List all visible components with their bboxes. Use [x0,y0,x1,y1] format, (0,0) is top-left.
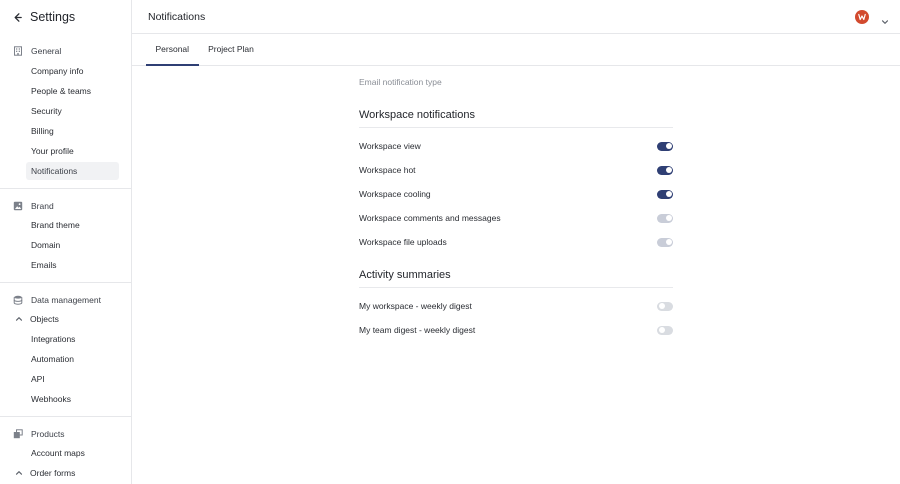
building-icon [13,46,23,56]
notification-label: Workspace hot [359,165,416,175]
workspace-cooling-toggle[interactable] [657,189,673,199]
sidebar: Settings General Company info People & t… [0,0,132,484]
sidebar-header: Settings [0,0,131,34]
sidebar-item-webhooks[interactable]: Webhooks [26,390,119,409]
sidebar-item-people-teams[interactable]: People & teams [26,82,119,101]
workspace-hot-toggle[interactable] [657,165,673,175]
workspace-view-toggle[interactable] [657,141,673,151]
notification-row: My workspace - weekly digest [359,299,673,313]
sidebar-item-notifications[interactable]: Notifications [26,161,119,180]
sidebar-item-api[interactable]: API [26,370,119,389]
database-icon [13,295,23,305]
notification-row: Workspace hot [359,163,673,177]
sidebar-item-automation[interactable]: Automation [26,350,119,369]
notification-row: Workspace file uploads [359,235,673,249]
notification-label: Workspace cooling [359,189,431,199]
sidebar-item-account-maps[interactable]: Account maps [26,444,119,463]
chevron-down-icon[interactable] [881,13,889,24]
tab-project-plan[interactable]: Project Plan [199,33,264,65]
section-divider [359,287,673,288]
notification-label: My team digest - weekly digest [359,325,476,335]
sidebar-item-security[interactable]: Security [26,102,119,121]
sidebar-item-your-profile[interactable]: Your profile [26,142,119,161]
workspace-file-uploads-toggle[interactable] [657,237,673,247]
notification-label: My workspace - weekly digest [359,301,472,311]
sidebar-section-products: Products Account maps Order forms [0,417,131,484]
sidebar-section-data-management: Data management Objects Integrations Aut… [0,283,131,417]
sidebar-group-order-forms[interactable]: Order forms [0,464,131,482]
sidebar-item-integrations[interactable]: Integrations [26,330,119,349]
workspace-comments-toggle[interactable] [657,213,673,223]
sidebar-title: Settings [30,10,76,24]
sidebar-section-header-general: General [0,42,131,60]
sidebar-item-domain[interactable]: Domain [26,236,119,255]
sidebar-item-company-info[interactable]: Company info [26,62,119,81]
my-workspace-digest-toggle[interactable] [657,301,673,311]
sidebar-item-billing[interactable]: Billing [26,122,119,141]
sidebar-section-general: General Company info People & teams Secu… [0,34,131,189]
sidebar-section-header-data-management: Data management [0,291,131,309]
sidebar-group-objects[interactable]: Objects [0,310,131,328]
notification-row: Workspace cooling [359,187,673,201]
workspace-notifications-heading: Workspace notifications [359,109,475,121]
sidebar-group-label: Objects [30,314,59,324]
sidebar-item-brand-theme[interactable]: Brand theme [26,216,119,235]
notification-label: Workspace comments and messages [359,213,501,223]
chevron-up-icon [15,469,23,477]
sidebar-section-header-brand: Brand [0,197,131,215]
sidebar-item-emails[interactable]: Emails [26,256,119,275]
settings-app: Settings General Company info People & t… [0,0,900,484]
notification-label: Workspace view [359,141,421,151]
notification-row: My team digest - weekly digest [359,323,673,337]
page-title: Notifications [148,10,206,23]
top-bar: Notifications [132,0,900,34]
sidebar-section-brand: Brand Brand theme Domain Emails [0,189,131,283]
sidebar-section-label: Products [31,428,65,439]
back-arrow-icon[interactable] [10,10,24,24]
email-notification-type-label: Email notification type [359,77,442,87]
tab-personal[interactable]: Personal [146,33,199,66]
tab-bar: Personal Project Plan [132,34,900,66]
image-icon [13,201,23,211]
sidebar-section-label: General [31,46,62,56]
chevron-up-icon [15,315,23,323]
brand-logo-icon[interactable] [855,10,869,24]
my-team-digest-toggle[interactable] [657,325,673,335]
sidebar-section-header-products: Products [0,425,131,443]
notification-row: Workspace view [359,139,673,153]
sidebar-section-label: Brand [31,200,54,211]
section-divider [359,127,673,128]
notification-label: Workspace file uploads [359,237,447,247]
notification-row: Workspace comments and messages [359,211,673,225]
box-icon [13,428,23,439]
activity-summaries-heading: Activity summaries [359,269,451,281]
sidebar-group-label: Order forms [30,468,76,478]
sidebar-section-label: Data management [31,295,101,305]
